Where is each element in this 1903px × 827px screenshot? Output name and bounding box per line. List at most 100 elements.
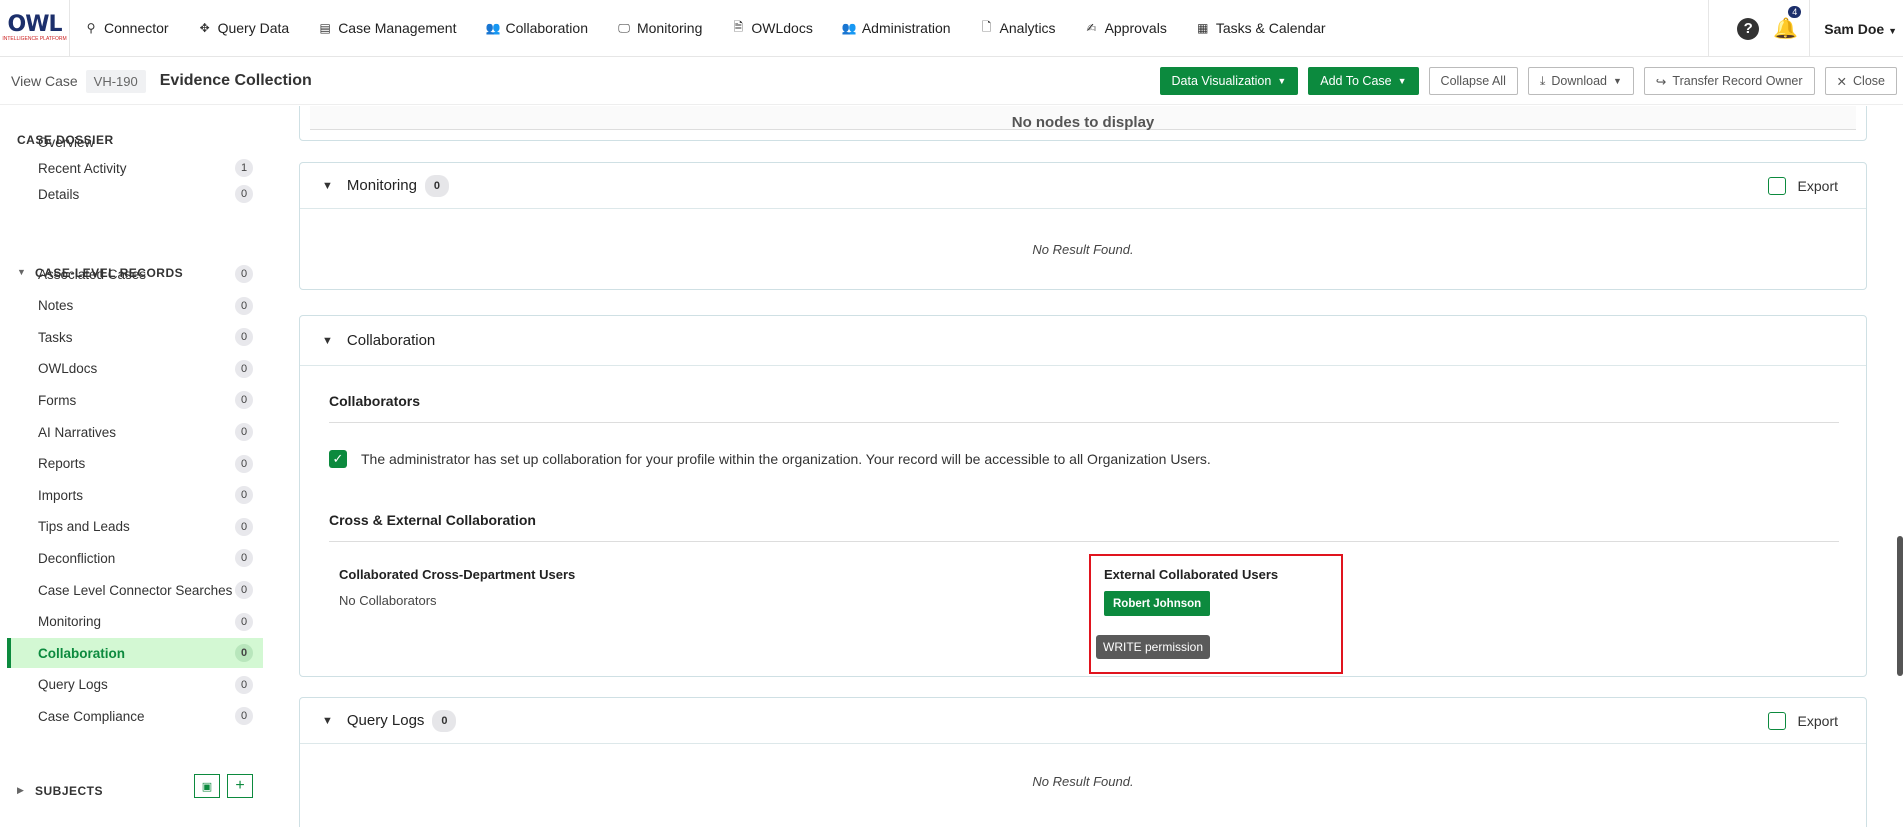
count-badge: 0 — [235, 675, 253, 694]
scrollbar-thumb[interactable] — [1897, 536, 1903, 676]
export-label: Export — [1797, 712, 1838, 729]
count-badge: 0 — [235, 359, 253, 378]
count-badge: 0 — [235, 549, 253, 568]
sidebar-item-label: OWLdocs — [38, 361, 98, 377]
graph-panel: No nodes to display — [299, 106, 1867, 141]
nav-item-label: Tasks & Calendar — [1215, 20, 1326, 36]
monitoring-empty-message: No Result Found. — [1032, 242, 1134, 257]
sidebar-item-notes[interactable]: Notes 0 — [7, 291, 263, 321]
expand-triangle-icon[interactable]: ▶ — [17, 785, 24, 796]
data-visualization-label: Data Visualization — [1171, 74, 1272, 88]
export-checkbox[interactable] — [1767, 176, 1786, 195]
scrollbar[interactable] — [1897, 106, 1903, 827]
nav-item-connector[interactable]: ⚲ Connector — [84, 20, 169, 36]
monitoring-count-badge: 0 — [424, 174, 449, 197]
sidebar-item-deconfliction[interactable]: Deconfliction 0 — [7, 543, 263, 573]
count-badge: 0 — [235, 265, 253, 283]
monitoring-title: Monitoring — [346, 177, 417, 194]
file-icon: 🗋 — [981, 19, 992, 34]
owl-logo[interactable]: OWL INTELLIGENCE PLATFORM — [0, 0, 70, 57]
nav-item-analytics[interactable]: 🗋 Analytics — [980, 18, 1056, 39]
no-nodes-message: No nodes to display — [1011, 114, 1155, 131]
sidebar-item-case-level-connector-searches[interactable]: Case Level Connector Searches 0 — [7, 575, 263, 605]
nav-item-label: Query Data — [217, 20, 290, 36]
sidebar-item-label: Query Logs — [38, 677, 108, 693]
count-badge: 0 — [235, 391, 253, 410]
count-badge: 0 — [235, 612, 253, 631]
org-collaboration-checkbox[interactable]: ✓ — [329, 450, 347, 468]
caret-down-icon: ▼ — [1397, 76, 1407, 86]
sidebar-item-label: Deconfliction — [38, 550, 116, 566]
close-button[interactable]: ✕ Close — [1824, 67, 1897, 95]
export-checkbox[interactable] — [1767, 711, 1786, 730]
collapse-arrow-icon[interactable]: ▼ — [322, 335, 333, 347]
archive-subject-button[interactable]: ▣ — [194, 774, 220, 798]
add-subject-button[interactable]: + — [227, 774, 253, 798]
top-navigation: OWL INTELLIGENCE PLATFORM ⚲ Connector ✥ Que… — [0, 0, 1903, 57]
sidebar-item-label: Reports — [38, 456, 86, 472]
sidebar-item-collaboration[interactable]: Collaboration 0 — [7, 638, 263, 669]
collapse-arrow-icon[interactable]: ▼ — [322, 180, 333, 192]
bell-icon: 🔔 — [1773, 18, 1799, 40]
monitoring-export-toggle[interactable]: Export — [1767, 176, 1838, 195]
org-collaboration-notice: The administrator has set up collaborati… — [361, 451, 1211, 467]
count-badge: 0 — [235, 517, 253, 536]
sidebar-item-tips-and-leads[interactable]: Tips and Leads 0 — [7, 512, 263, 542]
calendar-icon: ▦ — [1197, 21, 1209, 35]
sidebar-item-case-compliance[interactable]: Case Compliance 0 — [7, 701, 263, 731]
query-logs-export-toggle[interactable]: Export — [1767, 711, 1838, 730]
move-icon: ✥ — [199, 21, 210, 35]
download-icon: ⤓ — [1539, 73, 1546, 88]
sidebar-item-label: Case Level Connector Searches — [38, 582, 233, 598]
add-to-case-button[interactable]: Add To Case ▼ — [1308, 67, 1419, 95]
nav-item-label: Approvals — [1104, 20, 1167, 36]
query-logs-panel-header[interactable]: ▼ Query Logs 0 Export — [300, 698, 1866, 744]
sidebar-item-tasks[interactable]: Tasks 0 — [7, 322, 263, 352]
sidebar-item-details[interactable]: Details 0 — [7, 179, 263, 209]
users-icon: 👥 — [485, 21, 501, 35]
sidebar-item-label: Imports — [38, 487, 84, 503]
sidebar-item-imports[interactable]: Imports 0 — [7, 480, 263, 510]
nav-item-administration[interactable]: 👥 Administration — [842, 20, 951, 36]
sidebar-item-ai-narratives[interactable]: AI Narratives 0 — [7, 417, 263, 447]
sidebar-item-label: Tasks — [38, 329, 73, 345]
sidebar-item-forms[interactable]: Forms 0 — [7, 385, 263, 415]
collapse-arrow-icon[interactable]: ▼ — [322, 715, 333, 727]
monitoring-panel-header[interactable]: ▼ Monitoring 0 Export — [300, 163, 1866, 209]
nav-item-tasks-calendar[interactable]: ▦ Tasks & Calendar — [1196, 20, 1326, 36]
sidebar-item-query-logs[interactable]: Query Logs 0 — [7, 670, 263, 700]
sidebar-item-label: Forms — [38, 392, 77, 408]
nav-item-collaboration[interactable]: 👥 Collaboration — [485, 20, 588, 36]
cross-department-heading: Collaborated Cross-Department Users — [339, 567, 576, 582]
count-badge: 0 — [235, 644, 253, 663]
sidebar-item-reports[interactable]: Reports 0 — [7, 449, 263, 479]
user-menu[interactable]: Sam Doe ▼ — [1810, 21, 1903, 37]
transfer-record-owner-button[interactable]: ↪ Transfer Record Owner — [1643, 67, 1815, 95]
count-badge: 0 — [235, 185, 253, 203]
collapse-all-button[interactable]: Collapse All — [1428, 67, 1518, 95]
sidebar-item-monitoring[interactable]: Monitoring 0 — [7, 607, 263, 637]
count-badge: 0 — [235, 454, 253, 473]
query-logs-panel: ▼ Query Logs 0 Export No Result Found. — [299, 697, 1867, 827]
share-icon: ↪ — [1655, 74, 1667, 89]
collaboration-panel-header[interactable]: ▼ Collaboration — [300, 316, 1866, 366]
notifications-button[interactable]: 🔔 4 — [1773, 6, 1802, 41]
nav-item-query-data[interactable]: ✥ Query Data — [198, 20, 290, 36]
sidebar-item-label: Tips and Leads — [38, 519, 130, 535]
nav-item-monitoring[interactable]: 🖵 Monitoring — [617, 20, 702, 36]
caret-down-icon: ▼ — [1613, 76, 1622, 86]
subjects-heading: SUBJECTS — [35, 784, 104, 798]
case-file-icon: ▤ — [319, 21, 331, 35]
view-case-label: View Case — [11, 73, 78, 89]
nav-item-owldocs[interactable]: 🗎 OWLdocs — [731, 18, 813, 39]
admin-users-icon: 👥 — [841, 21, 857, 35]
data-visualization-button[interactable]: Data Visualization ▼ — [1159, 67, 1299, 95]
sidebar-item-associated-cases[interactable]: Associated Cases 0 — [7, 259, 263, 289]
download-button[interactable]: ⤓ Download ▼ — [1527, 67, 1634, 95]
nav-item-case-management[interactable]: ▤ Case Management — [318, 20, 457, 36]
add-to-case-label: Add To Case — [1320, 74, 1392, 88]
nav-item-approvals[interactable]: ✍ Approvals — [1085, 20, 1167, 36]
sidebar-item-owldocs[interactable]: OWLdocs 0 — [7, 354, 263, 384]
case-header: View Case VH-190 Evidence Collection Dat… — [0, 58, 1903, 105]
help-icon[interactable]: ? — [1737, 17, 1760, 40]
